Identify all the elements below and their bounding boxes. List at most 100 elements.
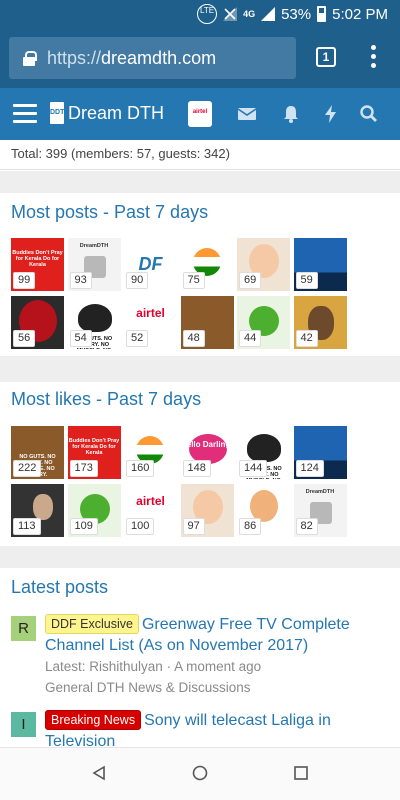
url-host: dreamdth.com — [101, 47, 217, 68]
thread-title[interactable]: Breaking News Sony will telecast Laliga i… — [45, 710, 375, 752]
site-header: DDT Dream DTH airtel — [0, 88, 400, 140]
section-divider — [0, 171, 400, 193]
url-scheme: https:// — [47, 47, 102, 68]
envelope-icon[interactable] — [237, 104, 257, 124]
site-logo[interactable]: DDT Dream DTH — [50, 102, 164, 124]
member-count: 144 — [239, 460, 268, 477]
tab-switcher-button[interactable]: 1 — [316, 47, 336, 67]
member-avatar-portrait-hat[interactable]: 42 — [293, 296, 347, 349]
prefix-label[interactable]: DDF Exclusive — [45, 614, 139, 634]
member-avatar-india-emblem[interactable]: 160 — [124, 426, 177, 479]
avatar-caption: airtel — [136, 494, 165, 508]
most-likes-title[interactable]: Most likes - Past 7 days — [11, 389, 201, 410]
member-count: 59 — [295, 272, 318, 289]
avatar-caption: airtel — [136, 306, 165, 320]
member-count: 97 — [182, 518, 205, 535]
member-avatar-bull-skull[interactable]: NO GUTS. NO GLORY. NO MUSCLE. NO STORY.5… — [67, 296, 121, 349]
avatar[interactable]: I — [11, 712, 36, 737]
member-count: 173 — [69, 460, 98, 477]
member-avatar-boss-baby[interactable]: 97 — [180, 484, 234, 537]
bolt-icon[interactable] — [321, 104, 341, 124]
member-avatar-airtel-digital-tv[interactable]: airtel 100 — [124, 484, 177, 537]
member-count: 44 — [239, 330, 262, 347]
member-avatar-airtel-digital-tv[interactable]: airtel 52 — [124, 296, 177, 349]
member-count: 99 — [13, 272, 36, 289]
member-count: 86 — [239, 518, 262, 535]
latest-posts-title[interactable]: Latest posts — [11, 577, 108, 598]
member-count: 90 — [126, 272, 149, 289]
member-avatar-deadpool[interactable]: 56 — [11, 296, 64, 349]
address-bar[interactable]: https://dreamdth.com — [9, 37, 296, 79]
browser-toolbar: https://dreamdth.com 1 — [0, 28, 400, 88]
member-count: 75 — [182, 272, 205, 289]
member-avatar-india-emblem[interactable]: 75 — [180, 238, 234, 291]
online-stats: Total: 399 (members: 57, guests: 342) — [0, 140, 400, 170]
latest-posts-block: Latest posts R DDF Exclusive Greenway Fre… — [0, 568, 400, 750]
avatar-caption: DreamDTH — [305, 489, 335, 495]
member-count: 54 — [69, 330, 92, 347]
member-count: 69 — [239, 272, 262, 289]
system-nav-bar — [0, 747, 400, 800]
member-avatar-dreamdth-lnb[interactable]: DreamDTH 93 — [67, 238, 121, 291]
member-avatar-cartoon-boy[interactable]: 86 — [237, 484, 290, 537]
most-posts-block: Most posts - Past 7 days Buddies Don't P… — [0, 193, 400, 356]
volte-icon: LTE — [197, 4, 218, 24]
member-avatar-bridge-night[interactable]: 59 — [293, 238, 347, 291]
battery-icon — [317, 6, 327, 22]
member-avatar-bridge-night[interactable]: 124 — [293, 426, 347, 479]
member-avatar-df-logo[interactable]: DF 90 — [124, 238, 177, 291]
member-count: 100 — [126, 518, 155, 535]
battery-percent: 53% — [281, 5, 312, 23]
signal-off-icon — [223, 7, 238, 21]
thread-title[interactable]: DDF Exclusive Greenway Free TV Complete C… — [45, 614, 375, 656]
member-count: 148 — [182, 460, 211, 477]
avatar-caption: Buddies Don't Pray for Kerala Do for Ker… — [12, 250, 63, 268]
avatar-caption: DF — [138, 254, 163, 274]
member-avatar-green-apple[interactable]: 44 — [237, 296, 290, 349]
status-bar: LTE 4G 53% 5:02 PM — [0, 0, 400, 28]
member-count: 82 — [295, 518, 318, 535]
member-avatar-bull-skull[interactable]: NO GUTS. NO GLORY. NO MUSCLE. NO STORY.1… — [237, 426, 290, 479]
member-avatar-red-kerala-banner[interactable]: Buddies Don't Pray for Kerala Do for Ker… — [11, 238, 64, 291]
search-icon[interactable] — [359, 104, 379, 124]
member-avatar-green-apple[interactable]: 109 — [67, 484, 121, 537]
member-count: 93 — [69, 272, 92, 289]
latest-meta[interactable]: Latest: Rishithulyan · A moment ago — [45, 659, 261, 674]
avatar-caption: DreamDTH — [79, 243, 109, 249]
network-type-label: 4G — [243, 9, 256, 19]
section-divider — [0, 356, 400, 382]
member-avatar-red-kerala-banner[interactable]: Buddies Don't Pray for Kerala Do for Ker… — [67, 426, 121, 479]
user-avatar[interactable]: airtel — [188, 101, 212, 127]
menu-icon[interactable] — [13, 104, 37, 124]
recents-icon[interactable] — [293, 765, 309, 781]
member-avatar-dreamdth-lnb[interactable]: DreamDTH 82 — [293, 484, 347, 537]
avatar-caption: Buddies Don't Pray for Kerala Do for Ker… — [68, 438, 120, 456]
browser-menu-icon[interactable] — [370, 45, 376, 71]
member-count: 222 — [13, 460, 42, 477]
prefix-label[interactable]: Breaking News — [45, 710, 142, 730]
lock-icon — [23, 51, 37, 66]
member-avatar-lion[interactable]: NO GUTS. NO GLORY. NO MUSCLE. NO STORY.2… — [11, 426, 64, 479]
avatar-caption: Hello Darling! — [180, 440, 233, 449]
site-name: Dream DTH — [68, 102, 165, 123]
member-count: 56 — [13, 330, 36, 347]
member-count: 124 — [295, 460, 324, 477]
avatar[interactable]: R — [11, 616, 36, 641]
member-avatar-man-suit[interactable]: 113 — [11, 484, 64, 537]
member-count: 52 — [126, 330, 149, 347]
member-count: 42 — [295, 330, 318, 347]
logo-mark: DDT — [50, 102, 64, 124]
member-avatar-lion[interactable]: 48 — [180, 296, 234, 349]
bell-icon[interactable] — [281, 104, 301, 124]
member-count: 48 — [182, 330, 205, 347]
member-avatar-hello-darling[interactable]: Hello Darling! 148 — [180, 426, 234, 479]
back-icon[interactable] — [91, 765, 107, 781]
most-posts-title[interactable]: Most posts - Past 7 days — [11, 202, 208, 223]
home-icon[interactable] — [192, 765, 208, 781]
section-divider — [0, 546, 400, 568]
member-count: 109 — [69, 518, 98, 535]
member-avatar-boss-baby[interactable]: 69 — [237, 238, 290, 291]
member-count: 113 — [13, 518, 41, 535]
forum-link[interactable]: General DTH News & Discussions — [45, 680, 251, 695]
signal-icon — [261, 7, 276, 21]
